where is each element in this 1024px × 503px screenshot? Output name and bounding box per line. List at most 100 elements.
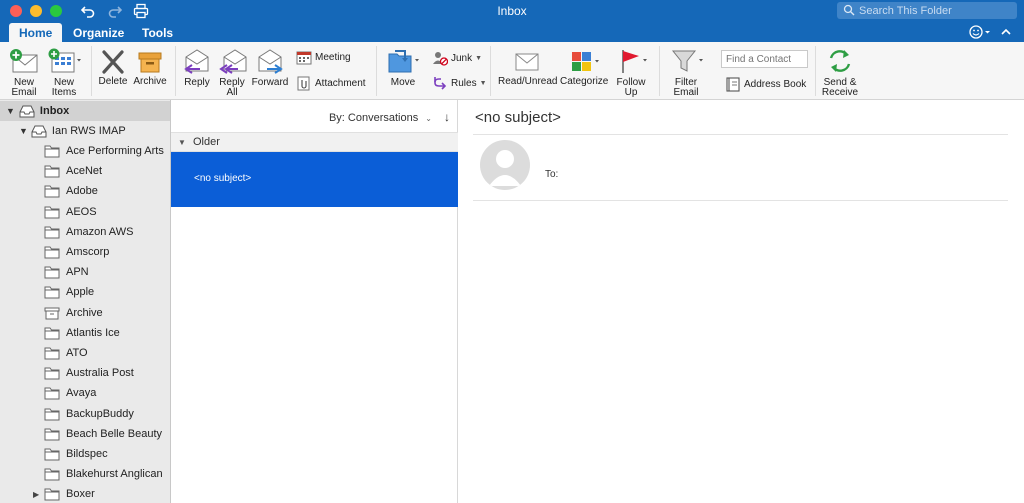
sort-direction-button[interactable]: ↓ xyxy=(444,110,450,124)
attachment-button[interactable]: Attachment xyxy=(296,76,366,91)
conversation-group-header[interactable]: ▼ Older xyxy=(171,132,458,152)
ribbon-toolbar: New Email New Items Delete Archive Reply… xyxy=(0,42,1024,100)
send-receive-icon xyxy=(829,50,851,72)
tab-tools[interactable]: Tools xyxy=(132,23,183,42)
forward-button[interactable]: Forward xyxy=(251,47,289,88)
meeting-button[interactable]: Meeting xyxy=(296,50,351,65)
folder-item[interactable]: Blakehurst Anglican xyxy=(0,464,170,484)
folder-icon xyxy=(44,246,60,259)
folder-item[interactable]: APN xyxy=(0,262,170,282)
folder-item-label: APN xyxy=(66,266,89,279)
reply-label: Reply xyxy=(184,77,210,88)
folder-icon xyxy=(44,327,60,340)
new-items-button[interactable]: New Items xyxy=(44,47,84,98)
delete-button[interactable]: Delete xyxy=(96,50,130,87)
find-contact-input[interactable] xyxy=(721,50,808,68)
folder-item[interactable]: Beach Belle Beauty xyxy=(0,424,170,444)
reply-all-button[interactable]: Reply All xyxy=(215,47,249,98)
folder-search-box[interactable] xyxy=(837,2,1017,19)
folder-item[interactable]: ▶ Boxer xyxy=(0,484,170,503)
categorize-label: Categorize xyxy=(560,76,609,87)
close-window-button[interactable] xyxy=(10,5,22,17)
folder-item[interactable]: ATO xyxy=(0,343,170,363)
delete-label: Delete xyxy=(98,76,128,87)
folder-item[interactable]: Archive xyxy=(0,303,170,323)
folder-item[interactable]: Australia Post xyxy=(0,363,170,383)
folder-icon xyxy=(44,367,60,380)
collapse-triangle-icon[interactable]: ▼ xyxy=(178,138,186,147)
rules-button[interactable]: Rules ▼ xyxy=(432,76,487,91)
junk-label: Junk xyxy=(451,53,473,64)
move-button[interactable]: Move xyxy=(384,47,422,88)
collapse-triangle-icon[interactable]: ▼ xyxy=(6,106,15,116)
folder-item-label: Adobe xyxy=(66,185,98,198)
folder-item[interactable]: Adobe xyxy=(0,181,170,201)
categorize-button[interactable]: Categorize xyxy=(560,50,608,87)
sort-conversations-dropdown[interactable]: By: Conversations ⌄ xyxy=(329,112,432,124)
folder-icon xyxy=(44,165,60,178)
maximize-window-button[interactable] xyxy=(50,5,62,17)
folder-item[interactable]: Atlantis Ice xyxy=(0,323,170,343)
print-icon[interactable] xyxy=(133,3,149,19)
folder-item-label: Beach Belle Beauty xyxy=(66,427,163,440)
new-email-button[interactable]: New Email xyxy=(6,47,42,98)
folder-item-label: AEOS xyxy=(66,205,97,218)
folder-item[interactable]: Bildspec xyxy=(0,444,170,464)
read-unread-button[interactable]: Read/Unread xyxy=(498,50,557,87)
folder-item-label: Bildspec xyxy=(66,448,108,460)
expand-triangle-icon[interactable]: ▶ xyxy=(33,490,39,499)
redo-icon[interactable] xyxy=(107,3,123,19)
ribbon-separator xyxy=(376,46,377,96)
folder-item[interactable]: Amscorp xyxy=(0,242,170,262)
undo-icon[interactable] xyxy=(80,3,96,19)
reply-button[interactable]: Reply xyxy=(181,47,213,88)
folder-item[interactable]: Avaya xyxy=(0,383,170,403)
folder-item[interactable]: Ace Performing Arts xyxy=(0,141,170,161)
search-input[interactable] xyxy=(859,3,1009,18)
junk-dropdown-icon: ▼ xyxy=(475,55,483,62)
message-list-item[interactable]: <no subject> xyxy=(171,152,458,207)
address-book-label: Address Book xyxy=(744,79,807,90)
reply-icon xyxy=(184,49,209,74)
address-book-icon xyxy=(726,77,740,92)
folder-icon xyxy=(44,286,60,299)
collapse-triangle-icon[interactable]: ▼ xyxy=(19,126,28,136)
forward-icon xyxy=(258,49,283,74)
ribbon-separator xyxy=(175,46,176,96)
folder-icon xyxy=(44,347,60,360)
title-bar: Inbox xyxy=(0,0,1024,22)
reading-pane: <no subject> To: xyxy=(459,100,1024,503)
filter-email-label: Filter Email xyxy=(673,77,699,98)
collapse-ribbon-icon[interactable] xyxy=(999,24,1013,40)
folder-icon xyxy=(44,206,60,219)
divider xyxy=(473,200,1008,201)
folder-inbox[interactable]: ▼ Inbox xyxy=(0,101,170,121)
to-label: To: xyxy=(545,169,559,180)
folder-icon xyxy=(44,448,60,461)
filter-email-button[interactable]: Filter Email xyxy=(666,47,706,98)
folder-item[interactable]: AceNet xyxy=(0,161,170,181)
folder-icon xyxy=(44,185,60,198)
tab-organize[interactable]: Organize xyxy=(63,23,134,42)
follow-up-button[interactable]: Follow Up xyxy=(612,47,650,98)
folder-item-label: Ace Performing Arts xyxy=(66,145,164,157)
archive-button[interactable]: Archive xyxy=(132,50,168,87)
message-subject: <no subject> xyxy=(194,173,252,184)
feedback-smiley-icon[interactable] xyxy=(968,24,992,40)
folder-item[interactable]: Apple xyxy=(0,282,170,302)
move-label: Move xyxy=(390,77,416,88)
address-book-button[interactable]: Address Book xyxy=(725,77,806,92)
account-ian-rws-imap[interactable]: ▼ Ian RWS IMAP xyxy=(0,121,170,141)
tab-home[interactable]: Home xyxy=(9,23,63,42)
folder-item[interactable]: BackupBuddy xyxy=(0,404,170,424)
sort-bar: By: Conversations ⌄ ↓ xyxy=(171,100,458,132)
junk-button[interactable]: Junk ▼ xyxy=(432,51,482,66)
folder-icon xyxy=(44,468,60,481)
folder-inbox-label: Inbox xyxy=(39,105,70,117)
send-receive-button[interactable]: Send & Receive xyxy=(820,47,860,98)
folder-item[interactable]: AEOS xyxy=(0,202,170,222)
ribbon-separator xyxy=(91,46,92,96)
rules-icon xyxy=(434,77,447,90)
minimize-window-button[interactable] xyxy=(30,5,42,17)
folder-item[interactable]: Amazon AWS xyxy=(0,222,170,242)
